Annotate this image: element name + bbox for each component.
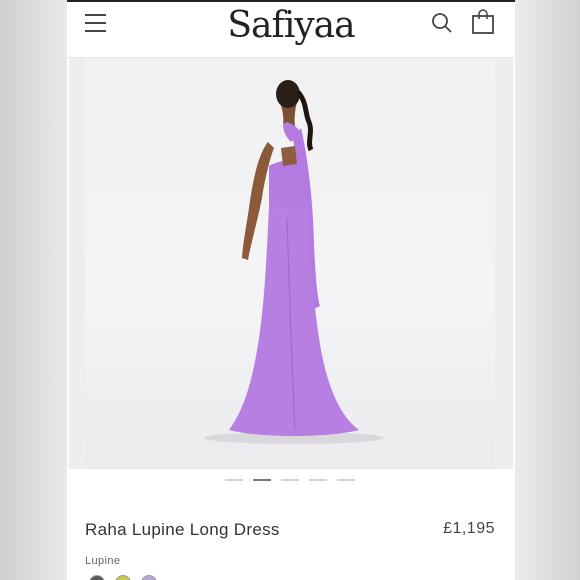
backdrop-right — [513, 0, 580, 580]
gallery-dot-1[interactable] — [225, 479, 243, 481]
site-header: Safiyaa — [67, 2, 515, 58]
color-swatch-1[interactable] — [89, 575, 105, 580]
product-name: Raha Lupine Long Dress — [85, 520, 280, 539]
gallery-dot-5[interactable] — [337, 479, 355, 481]
gallery-pagination — [67, 479, 515, 483]
product-page: Safiyaa Raha Lupine Long Dress £1,195 Lu… — [67, 0, 515, 580]
backdrop-left — [0, 0, 67, 580]
gallery-edge-right — [495, 58, 513, 469]
search-icon[interactable] — [431, 12, 453, 34]
shopping-bag-icon[interactable] — [471, 9, 495, 35]
gallery-edge-left — [69, 58, 85, 469]
color-swatch-2[interactable] — [115, 575, 131, 580]
product-image — [204, 80, 384, 444]
product-price: £1,195 — [443, 520, 495, 537]
gallery-dot-2[interactable] — [253, 479, 271, 481]
color-label: Lupine — [85, 555, 121, 567]
color-swatch-3[interactable] — [141, 575, 157, 580]
gallery-dot-3[interactable] — [281, 479, 299, 481]
product-image-gallery[interactable] — [69, 58, 513, 469]
gallery-dot-4[interactable] — [309, 479, 327, 481]
